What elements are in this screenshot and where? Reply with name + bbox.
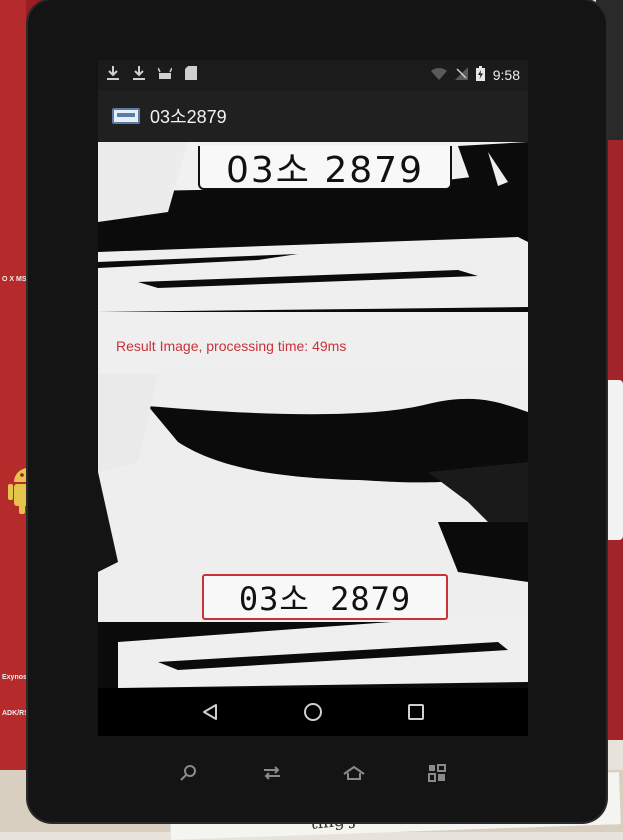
sd-card-icon <box>184 66 198 84</box>
app-bar: 03소2879 <box>98 90 528 142</box>
status-right: 9:58 <box>430 65 520 85</box>
menu-icon[interactable] <box>425 761 449 785</box>
status-time: 9:58 <box>492 67 520 83</box>
home-icon[interactable] <box>298 697 328 727</box>
home-key-icon[interactable] <box>342 761 366 785</box>
license-plate-icon <box>112 108 140 124</box>
navigation-bar <box>98 688 528 736</box>
status-bar: 9:58 <box>98 60 528 90</box>
app-title: 03소2879 <box>150 107 227 127</box>
detected-plate-box: 03소 2879 <box>202 574 448 620</box>
download-icon <box>106 66 120 84</box>
hardware-keys <box>98 750 528 796</box>
top-plate-text: 03소 2879 <box>226 150 424 191</box>
recents-icon[interactable] <box>401 697 431 727</box>
switch-icon[interactable] <box>260 761 284 785</box>
board-label-oxms: O X MS <box>2 276 27 283</box>
result-processing-text: Result Image, processing time: 49ms <box>116 338 347 354</box>
search-icon[interactable] <box>177 761 201 785</box>
android-debug-icon <box>157 67 173 83</box>
wifi-icon <box>430 67 447 84</box>
detected-plate-text: 03소 2879 <box>238 580 412 618</box>
battery-charging-icon <box>475 65 485 85</box>
tablet-screen: 9:58 03소2879 03소 2879 Result Image, proc… <box>98 60 528 736</box>
result-image-area: 03소 2879 Result Image, processing time: … <box>98 142 528 688</box>
download-icon <box>132 66 146 84</box>
back-icon[interactable] <box>195 697 225 727</box>
board-label-exynos: Exynos <box>2 674 27 681</box>
no-sim-icon <box>454 66 468 84</box>
top-plate-region: 03소 2879 <box>198 146 452 191</box>
dev-board-edge <box>0 0 26 770</box>
